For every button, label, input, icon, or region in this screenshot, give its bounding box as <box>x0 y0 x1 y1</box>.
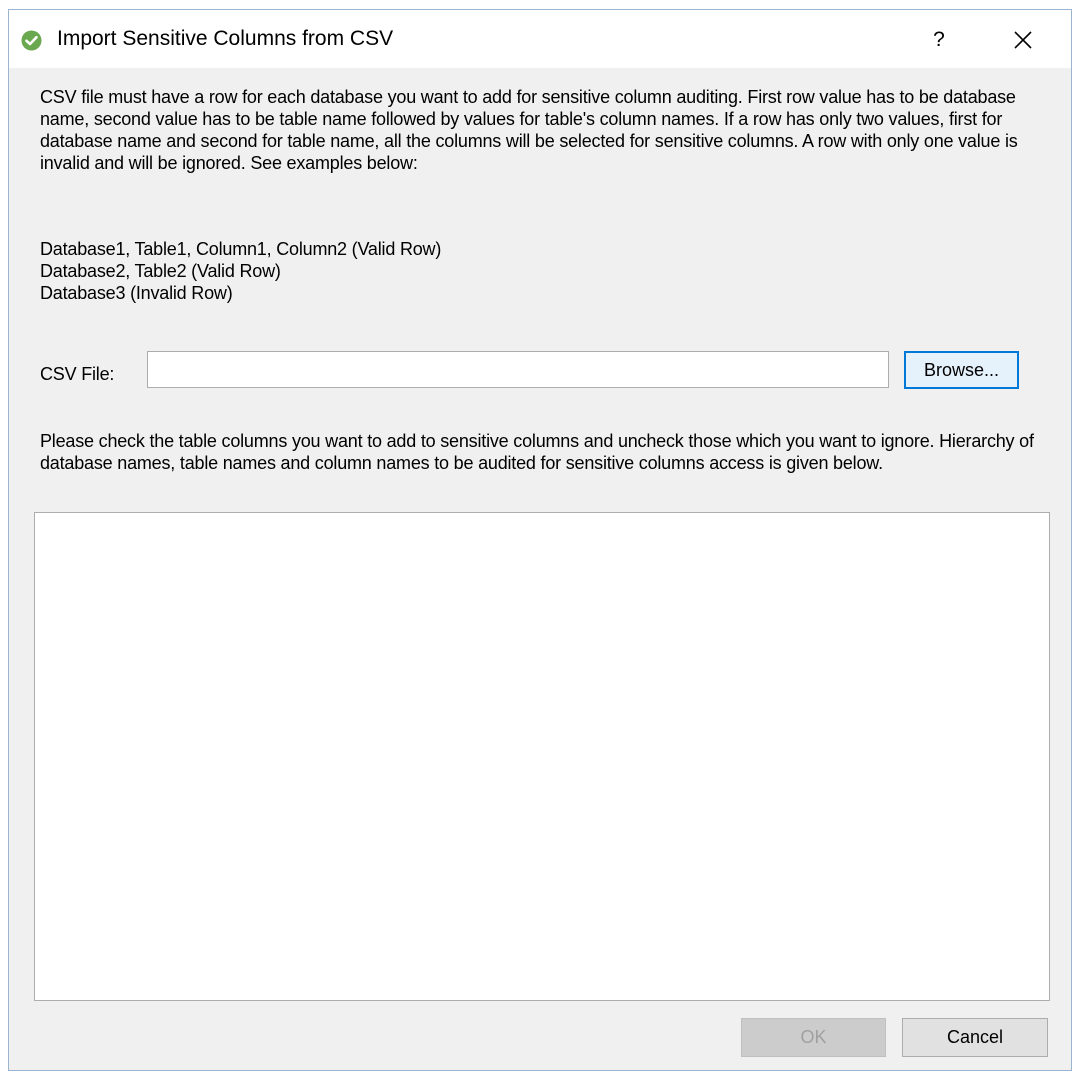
help-button[interactable]: ? <box>921 22 957 58</box>
import-sensitive-columns-dialog: Import Sensitive Columns from CSV ? CSV … <box>8 9 1072 1071</box>
instructions-text: Please check the table columns you want … <box>40 431 1034 473</box>
title-bar: Import Sensitive Columns from CSV ? <box>9 10 1071 68</box>
browse-button[interactable]: Browse... <box>904 351 1019 389</box>
examples-list: Database1, Table1, Column1, Column2 (Val… <box>40 238 840 304</box>
example-row: Database1, Table1, Column1, Column2 (Val… <box>40 239 442 259</box>
csv-file-label: CSV File: <box>40 364 115 384</box>
check-circle-icon <box>21 30 42 51</box>
intro-description: CSV file must have a row for each databa… <box>40 87 1018 173</box>
csv-file-input[interactable] <box>147 351 889 388</box>
close-icon <box>1014 31 1032 49</box>
close-button[interactable] <box>1003 20 1043 60</box>
sensitive-columns-tree[interactable] <box>34 512 1050 1001</box>
cancel-button[interactable]: Cancel <box>902 1018 1048 1057</box>
example-row: Database2, Table2 (Valid Row) <box>40 261 281 281</box>
ok-button[interactable]: OK <box>741 1018 886 1057</box>
window-title: Import Sensitive Columns from CSV <box>57 27 394 50</box>
example-row: Database3 (Invalid Row) <box>40 283 233 303</box>
